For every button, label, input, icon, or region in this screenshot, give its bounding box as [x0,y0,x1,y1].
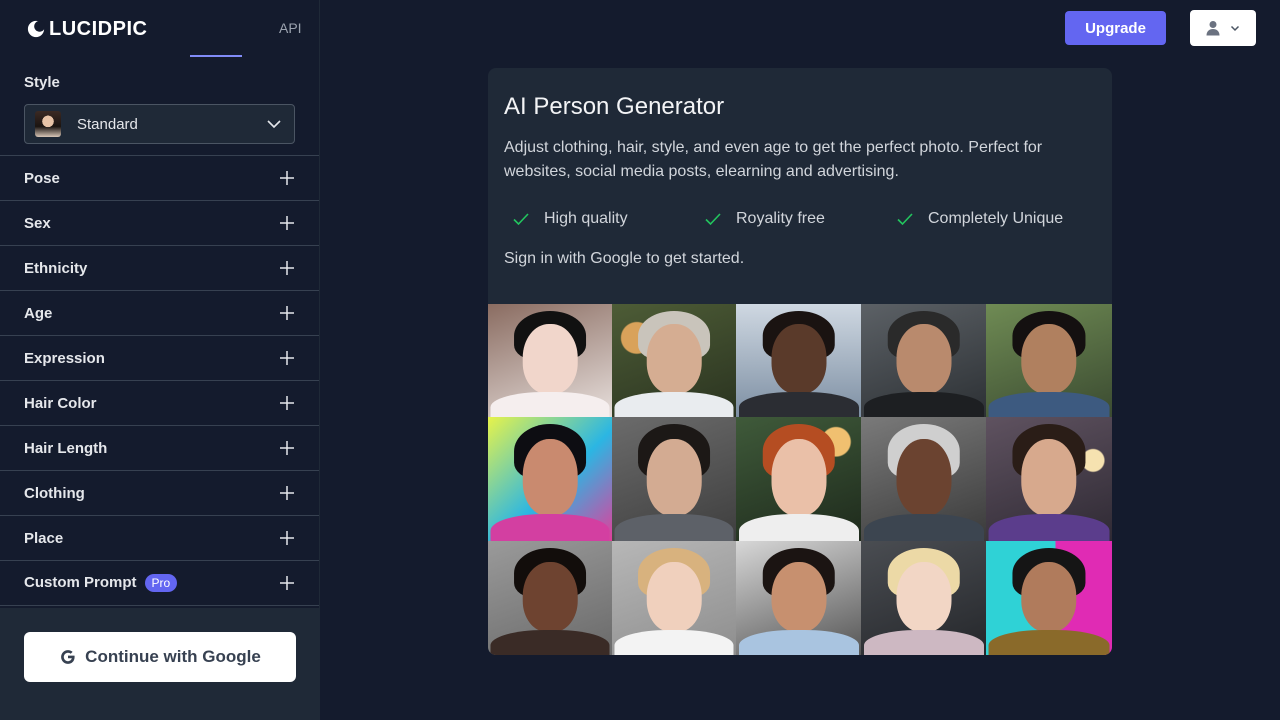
option-label: Place [24,529,64,547]
page-title: AI Person Generator [504,93,725,120]
account-menu-button[interactable] [1190,10,1256,46]
option-label: Custom Prompt [24,573,137,591]
plus-icon [280,351,294,365]
sidebar-header: LUCIDPIC API [0,0,319,58]
option-label: Sex [24,214,51,232]
sample-photo [612,417,736,541]
option-label-wrapper: Custom Prompt Pro [24,573,279,593]
plus-icon [280,576,294,590]
active-tab-indicator [190,55,242,57]
generator-card: AI Person Generator Adjust clothing, hai… [488,68,1112,655]
brand-logo[interactable]: LUCIDPIC [27,16,147,42]
user-icon [1206,21,1220,36]
style-selected-value: Standard [77,115,138,133]
chevron-down-icon [267,120,281,129]
sample-photo [488,304,612,417]
feature-label: Royality free [736,210,825,227]
sidebar-footer: Continue with Google [0,608,320,720]
sample-photo [736,541,861,655]
sample-photo [986,304,1112,417]
continue-with-google-button[interactable]: Continue with Google [24,632,296,682]
plus-icon [280,171,294,185]
check-icon [897,213,913,226]
check-icon [705,213,721,226]
upgrade-button[interactable]: Upgrade [1065,11,1166,45]
chevron-down-icon [1230,25,1240,32]
crescent-logo-icon [27,20,45,38]
option-expression[interactable]: Expression [0,336,319,381]
plus-icon [280,441,294,455]
card-description: Adjust clothing, hair, style, and even a… [504,139,1043,180]
option-label: Ethnicity [24,259,88,277]
sample-photo [612,304,736,417]
plus-icon [280,396,294,410]
feature-label: Completely Unique [928,210,1064,227]
feature-list: High quality Royality free Completely Un… [512,210,1112,232]
feature-item: Royality free [704,210,825,228]
option-label: Age [24,304,53,322]
plus-icon [280,486,294,500]
option-label: Clothing [24,484,85,502]
plus-icon [280,216,294,230]
style-thumbnail [35,111,61,137]
feature-label: High quality [544,210,628,227]
style-select[interactable]: Standard [24,104,295,144]
sample-photo [736,417,861,541]
sample-photo [736,304,861,417]
plus-icon [280,531,294,545]
pro-badge: Pro [144,574,178,593]
plus-icon [280,261,294,275]
sample-photo [861,304,986,417]
option-ethnicity[interactable]: Ethnicity [0,246,319,291]
option-place[interactable]: Place [0,516,319,561]
plus-icon [280,306,294,320]
option-hair-color[interactable]: Hair Color [0,381,319,426]
sample-photo [986,417,1112,541]
option-clothing[interactable]: Clothing [0,471,319,516]
option-custom-prompt[interactable]: Custom Prompt Pro [0,561,319,606]
option-label: Hair Length [24,439,108,457]
sample-photo [612,541,736,655]
option-hair-length[interactable]: Hair Length [0,426,319,471]
google-g-icon [61,650,75,664]
google-button-label: Continue with Google [85,647,261,666]
sample-photo [488,541,612,655]
option-age[interactable]: Age [0,291,319,336]
sidebar: LUCIDPIC API Style Standard Pose Sex Eth… [0,0,320,720]
sample-photo [861,541,986,655]
brand-name: LUCIDPIC [49,17,148,40]
check-icon [513,213,529,226]
sample-photo [861,417,986,541]
option-sex[interactable]: Sex [0,201,319,246]
feature-item: Completely Unique [896,210,1063,228]
option-label: Pose [24,169,60,187]
sample-photo [986,541,1112,655]
sample-photo-grid [488,304,1112,655]
feature-item: High quality [512,210,628,228]
option-pose[interactable]: Pose [0,156,319,201]
option-label: Expression [24,349,105,367]
style-section: Style Standard [0,58,319,156]
tab-api[interactable]: API [279,20,302,36]
sample-photo [488,417,612,541]
option-label: Hair Color [24,394,97,412]
style-label: Style [24,74,60,91]
signin-prompt: Sign in with Google to get started. [504,250,745,267]
